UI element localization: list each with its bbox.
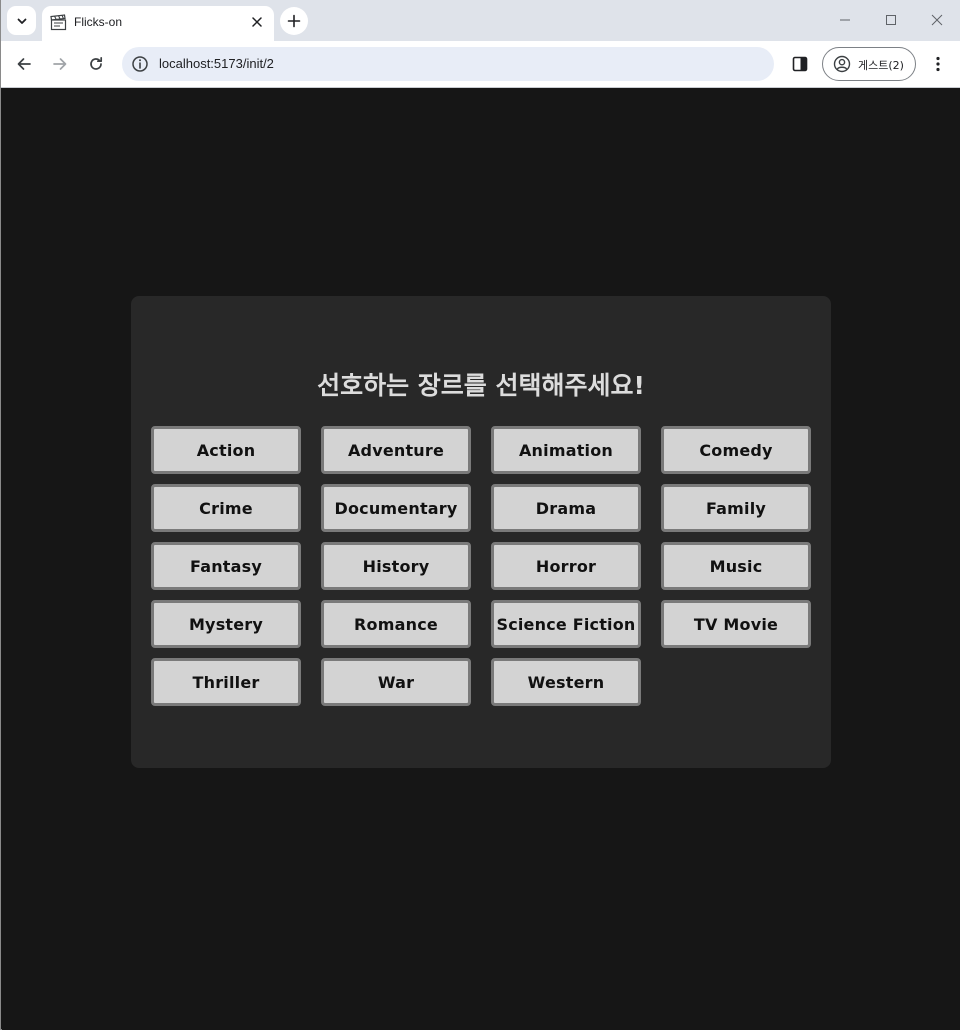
- close-icon: [931, 14, 943, 26]
- browser-toolbar: localhost:5173/init/2 게스트(2): [1, 41, 960, 88]
- active-tab[interactable]: Flicks-on: [42, 6, 274, 41]
- side-panel-icon: [792, 56, 808, 72]
- genre-grid: Action Adventure Animation Comedy Crime …: [151, 426, 811, 706]
- forward-button[interactable]: [46, 50, 74, 78]
- minimize-icon: [840, 19, 850, 21]
- plus-icon: [287, 14, 301, 28]
- maximize-icon: [886, 15, 896, 25]
- back-button[interactable]: [10, 50, 38, 78]
- window-close-button[interactable]: [922, 6, 952, 34]
- page-title: 선호하는 장르를 선택해주세요!: [317, 371, 645, 400]
- browser-menu-button[interactable]: [925, 50, 951, 78]
- page-viewport: 선호하는 장르를 선택해주세요! Action Adventure Animat…: [2, 88, 960, 1030]
- reload-icon: [90, 56, 103, 70]
- new-tab-button[interactable]: [280, 7, 308, 35]
- genre-button-history[interactable]: History: [321, 542, 471, 590]
- tab-title: Flicks-on: [74, 15, 123, 29]
- tab-search-button[interactable]: [7, 6, 36, 35]
- genre-button-romance[interactable]: Romance: [321, 600, 471, 648]
- genre-button-action[interactable]: Action: [151, 426, 301, 474]
- profile-button[interactable]: 게스트(2): [822, 47, 916, 81]
- genre-selection-card: 선호하는 장르를 선택해주세요! Action Adventure Animat…: [131, 296, 831, 768]
- minimize-button[interactable]: [830, 6, 860, 34]
- arrow-right-icon: [53, 58, 67, 70]
- info-icon[interactable]: [131, 55, 149, 73]
- genre-button-western[interactable]: Western: [491, 658, 641, 706]
- genre-button-horror[interactable]: Horror: [491, 542, 641, 590]
- url-text[interactable]: localhost:5173/init/2: [159, 56, 274, 71]
- profile-label: 게스트(2): [858, 59, 904, 72]
- genre-button-family[interactable]: Family: [661, 484, 811, 532]
- genre-button-drama[interactable]: Drama: [491, 484, 641, 532]
- account-icon: [833, 55, 851, 73]
- tab-strip: Flicks-on: [1, 0, 960, 41]
- chevron-down-icon: [17, 18, 26, 24]
- maximize-button[interactable]: [876, 6, 906, 34]
- genre-button-mystery[interactable]: Mystery: [151, 600, 301, 648]
- genre-button-science-fiction[interactable]: Science Fiction: [491, 600, 641, 648]
- genre-button-documentary[interactable]: Documentary: [321, 484, 471, 532]
- genre-button-fantasy[interactable]: Fantasy: [151, 542, 301, 590]
- clapperboard-icon: [50, 14, 67, 31]
- browser-window: Flicks-on localhost:5173/init/2 게스트(2) 선…: [0, 0, 960, 1030]
- genre-button-crime[interactable]: Crime: [151, 484, 301, 532]
- side-panel-button[interactable]: [787, 50, 813, 78]
- genre-button-war[interactable]: War: [321, 658, 471, 706]
- reload-button[interactable]: [82, 50, 110, 78]
- genre-button-adventure[interactable]: Adventure: [321, 426, 471, 474]
- genre-button-music[interactable]: Music: [661, 542, 811, 590]
- genre-button-tv-movie[interactable]: TV Movie: [661, 600, 811, 648]
- address-bar[interactable]: localhost:5173/init/2: [122, 47, 774, 81]
- genre-button-comedy[interactable]: Comedy: [661, 426, 811, 474]
- arrow-left-icon: [17, 58, 31, 70]
- genre-button-thriller[interactable]: Thriller: [151, 658, 301, 706]
- close-icon: [252, 17, 262, 27]
- more-vertical-icon: [936, 56, 940, 72]
- genre-button-animation[interactable]: Animation: [491, 426, 641, 474]
- tab-close-button[interactable]: [248, 13, 266, 31]
